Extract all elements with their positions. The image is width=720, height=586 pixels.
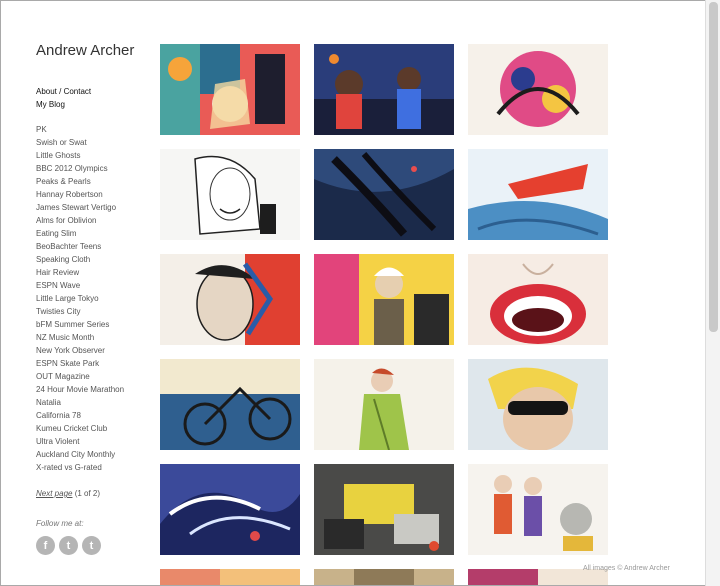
project-link[interactable]: Little Ghosts — [36, 149, 124, 162]
scrollbar-thumb[interactable] — [709, 2, 718, 332]
copyright-notice: All images © Andrew Archer — [583, 565, 670, 572]
gallery-thumbnail[interactable] — [160, 254, 300, 345]
project-list: PK Swish or Swat Little Ghosts BBC 2012 Oly… — [36, 123, 124, 474]
gallery-thumbnail[interactable] — [468, 359, 608, 450]
pagination: Next page (1 of 2) — [36, 489, 100, 498]
facebook-icon[interactable]: f — [36, 536, 55, 555]
project-link[interactable]: Eating Slim — [36, 227, 124, 240]
project-link[interactable]: Little Large Tokyo — [36, 292, 124, 305]
gallery-thumbnail[interactable] — [314, 464, 454, 555]
gallery-thumbnail[interactable] — [160, 44, 300, 135]
next-page-link[interactable]: Next page — [36, 489, 72, 498]
gallery-thumbnail[interactable] — [468, 254, 608, 345]
twitter-icon[interactable]: t — [59, 536, 78, 555]
project-link[interactable]: BeoBachter Teens — [36, 240, 124, 253]
project-link[interactable]: Kumeu Cricket Club — [36, 422, 124, 435]
gallery-thumbnail[interactable] — [314, 359, 454, 450]
project-link[interactable]: Speaking Cloth — [36, 253, 124, 266]
project-link[interactable]: Ultra Violent — [36, 435, 124, 448]
project-link[interactable]: Swish or Swat — [36, 136, 124, 149]
gallery-thumbnail[interactable] — [314, 254, 454, 345]
vertical-scrollbar[interactable] — [705, 0, 720, 586]
about-contact-link[interactable]: About / Contact — [36, 85, 91, 98]
project-link[interactable]: Hair Review — [36, 266, 124, 279]
browser-viewport: Andrew Archer About / Contact My Blog PK… — [0, 0, 720, 586]
gallery-thumbnail[interactable] — [314, 569, 454, 585]
project-link[interactable]: Peaks & Pearls — [36, 175, 124, 188]
project-link[interactable]: NZ Music Month — [36, 331, 124, 344]
page-count: (1 of 2) — [74, 489, 101, 498]
project-link[interactable]: ESPN Wave — [36, 279, 124, 292]
project-link[interactable]: James Stewart Vertigo — [36, 201, 124, 214]
project-link[interactable]: California 78 — [36, 409, 124, 422]
gallery-thumbnail[interactable] — [160, 359, 300, 450]
gallery-thumbnail[interactable] — [160, 464, 300, 555]
project-link[interactable]: ESPN Skate Park — [36, 357, 124, 370]
project-link[interactable]: Auckland City Monthly — [36, 448, 124, 461]
gallery-thumbnail[interactable] — [160, 569, 300, 585]
project-link[interactable]: Twisties City — [36, 305, 124, 318]
social-links: f t t — [36, 536, 101, 555]
gallery-thumbnail[interactable] — [468, 464, 608, 555]
project-link[interactable]: X-rated vs G-rated — [36, 461, 124, 474]
project-link[interactable]: Natalia — [36, 396, 124, 409]
project-link[interactable]: 24 Hour Movie Marathon — [36, 383, 124, 396]
site-title[interactable]: Andrew Archer — [36, 42, 134, 59]
project-link[interactable]: New York Observer — [36, 344, 124, 357]
my-blog-link[interactable]: My Blog — [36, 98, 91, 111]
project-link[interactable]: bFM Summer Series — [36, 318, 124, 331]
project-link[interactable]: Alms for Oblivion — [36, 214, 124, 227]
follow-label: Follow me at: — [36, 519, 84, 528]
project-link[interactable]: OUT Magazine — [36, 370, 124, 383]
gallery-thumbnail[interactable] — [468, 149, 608, 240]
project-link[interactable]: PK — [36, 123, 124, 136]
project-link[interactable]: BBC 2012 Olympics — [36, 162, 124, 175]
tumblr-icon[interactable]: t — [82, 536, 101, 555]
gallery-thumbnail[interactable] — [314, 44, 454, 135]
gallery-thumbnail[interactable] — [314, 149, 454, 240]
gallery-thumbnail[interactable] — [468, 44, 608, 135]
primary-nav: About / Contact My Blog — [36, 85, 91, 111]
project-link[interactable]: Hannay Robertson — [36, 188, 124, 201]
gallery-thumbnail[interactable] — [160, 149, 300, 240]
